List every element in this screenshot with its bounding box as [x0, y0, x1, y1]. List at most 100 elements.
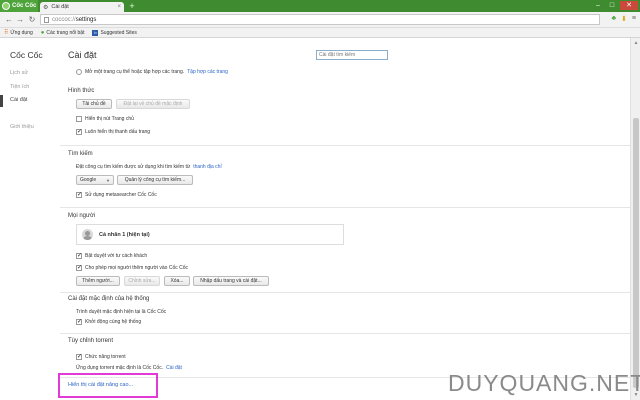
manage-search-engines-button[interactable]: Quản lý công cụ tìm kiếm... [117, 175, 193, 185]
startup-option: Mở một trang cụ thể hoặc tập hợp các tra… [76, 69, 228, 75]
guest-browsing-checkbox[interactable] [76, 252, 82, 259]
sidebar-title: Cốc Cốc [10, 50, 43, 60]
remove-person-button[interactable]: Xóa... [164, 276, 190, 286]
brand-tab[interactable]: Cốc Cốc [0, 0, 38, 12]
maximize-icon[interactable]: □ [606, 1, 618, 10]
page-title: Cài đặt [68, 50, 97, 60]
menu-icon[interactable]: ≡ [632, 15, 636, 23]
bookmark-suggested-sites[interactable]: b Suggested Sites [92, 29, 137, 36]
bing-icon: b [92, 29, 99, 36]
import-bookmarks-button[interactable]: Nhập dấu trang và cài đặt... [193, 276, 269, 286]
start-with-system-label: Khởi động cùng hệ thống [85, 319, 142, 325]
let-anyone-add-checkbox[interactable] [76, 264, 82, 271]
metasearcher-label: Sử dụng metasearcher Cốc Cốc [85, 192, 157, 198]
omnibox-link[interactable]: thanh địa chỉ [193, 164, 221, 170]
sidebar-active-indicator [0, 95, 3, 107]
torrent-title: Tùy chỉnh torrent [68, 338, 114, 344]
section-divider [60, 207, 630, 208]
default-browser-status-text: Trình duyệt mặc định hiện tại là Cốc Cốc [76, 309, 167, 315]
minimize-icon[interactable]: – [592, 1, 604, 10]
profile-name: Cá nhân 1 (hiện tại) [99, 231, 150, 238]
address-bar[interactable]: coccoc://settings [40, 14, 600, 25]
back-icon[interactable]: ← [4, 14, 14, 25]
metasearcher-checkbox[interactable] [76, 191, 82, 198]
search-description: Đặt công cụ tìm kiếm được sử dụng khi tì… [76, 164, 222, 170]
page-icon [44, 16, 49, 23]
startup-label: Mở một trang cụ thể hoặc tập hợp các tra… [85, 69, 185, 75]
coccoc-icon: ● [40, 29, 45, 36]
reload-icon[interactable]: ↻ [27, 14, 37, 25]
sidebar-item-history[interactable]: Lịch sử [10, 70, 28, 76]
home-button-label: Hiển thị nút Trang chủ [85, 116, 134, 122]
default-browser-title: Cài đặt mặc định của hệ thống [68, 296, 150, 302]
settings-sidebar: Cốc Cốc Lịch sử Tiện ích Cài đặt Giới th… [0, 38, 58, 400]
url-scheme: coccoc:// [52, 16, 76, 23]
guest-browsing-label: Bật duyệt với tư cách khách [85, 253, 148, 259]
watermark: DUYQUANG.NET [448, 370, 640, 396]
settings-search-input[interactable] [316, 50, 388, 60]
settings-main: Cài đặt Mở một trang cụ thể hoặc tập hợp… [60, 38, 630, 400]
forward-icon[interactable]: → [15, 14, 25, 25]
scrollbar[interactable]: ▲ ▼ [630, 38, 640, 400]
reset-theme-button[interactable]: Đặt lại về chủ đề mặc định [116, 99, 190, 109]
new-tab-button[interactable]: + [127, 2, 137, 11]
section-divider [60, 292, 630, 293]
torrent-feature-option: Chức năng torrent [76, 353, 126, 360]
highlight-box [58, 373, 158, 398]
let-anyone-add-option: Cho phép mọi người thêm người vào Cốc Cố… [76, 264, 189, 271]
search-engine-select[interactable]: Google ▼ [76, 175, 114, 185]
sidebar-item-extensions[interactable]: Tiện ích [10, 84, 29, 90]
search-description-text: Đặt công cụ tìm kiếm được sử dụng khi tì… [76, 164, 191, 170]
startup-radio[interactable] [76, 69, 82, 75]
torrent-feature-checkbox[interactable] [76, 353, 82, 360]
torrent-settings-link[interactable]: Cài đặt [166, 365, 182, 371]
toolbar-icons: ♣ ⬇ ≡ [611, 15, 636, 23]
bookmark-label: Suggested Sites [100, 29, 137, 36]
coccoc-logo-icon [2, 2, 10, 10]
chevron-down-icon: ▼ [106, 177, 110, 183]
bookmark-label: Các trang nổi bật [46, 29, 85, 36]
brand-label: Cốc Cốc [12, 3, 37, 9]
let-anyone-add-label: Cho phép mọi người thêm người vào Cốc Cố… [85, 265, 189, 271]
tab-strip: Cốc Cốc ⚙ Cài đặt × + – □ ✕ [0, 0, 640, 12]
bookmarks-bar: ⠿ Ứng dụng ● Các trang nổi bật b Suggest… [0, 28, 640, 38]
toolbar: ← → ↻ coccoc://settings ♣ ⬇ ≡ [0, 12, 640, 28]
gear-icon: ⚙ [43, 4, 49, 11]
home-button-option: Hiển thị nút Trang chủ [76, 116, 134, 122]
section-divider [60, 145, 630, 146]
appearance-title: Hình thức [68, 88, 95, 94]
window-controls: – □ ✕ [592, 1, 638, 10]
people-title: Mọi người [68, 213, 96, 219]
torrent-default-app-text: Ứng dụng torrent mặc định là Cốc Cốc. [76, 365, 164, 371]
bookmark-top-sites[interactable]: ● Các trang nổi bật [41, 30, 85, 36]
leaf-icon[interactable]: ♣ [611, 15, 616, 23]
scroll-thumb[interactable] [633, 118, 639, 388]
tab-title: Cài đặt [51, 4, 69, 10]
close-tab-icon[interactable]: × [117, 4, 121, 10]
download-icon[interactable]: ⬇ [621, 15, 627, 23]
metasearcher-option: Sử dụng metasearcher Cốc Cốc [76, 191, 157, 198]
add-person-button[interactable]: Thêm người... [76, 276, 120, 286]
sidebar-item-settings[interactable]: Cài đặt [10, 97, 27, 103]
tab-settings[interactable]: ⚙ Cài đặt × [40, 2, 124, 12]
startup-pages-link[interactable]: Tập hợp các trang [187, 69, 228, 75]
get-themes-button[interactable]: Tải chủ đề [76, 99, 112, 109]
start-with-system-option: Khởi động cùng hệ thống [76, 318, 142, 325]
start-with-system-checkbox[interactable] [76, 318, 82, 325]
url-path: settings [75, 16, 97, 23]
bookmark-apps[interactable]: ⠿ Ứng dụng [4, 29, 33, 37]
torrent-default-app: Ứng dụng torrent mặc định là Cốc Cốc. Cà… [76, 365, 182, 371]
profile-card[interactable]: Cá nhân 1 (hiện tại) [76, 224, 344, 245]
bookmarks-bar-label: Luôn hiển thị thanh dấu trang [85, 129, 151, 135]
edit-person-button[interactable]: Chỉnh sửa... [124, 276, 160, 286]
avatar [82, 229, 93, 240]
search-title: Tìm kiếm [68, 151, 93, 157]
sidebar-item-about[interactable]: Giới thiệu [10, 124, 34, 130]
search-engine-value: Google [80, 177, 97, 183]
home-button-checkbox[interactable] [76, 116, 82, 122]
scroll-up-icon[interactable]: ▲ [632, 40, 640, 46]
bookmarks-bar-checkbox[interactable] [76, 128, 82, 135]
apps-icon: ⠿ [4, 30, 9, 36]
torrent-feature-label: Chức năng torrent [85, 354, 126, 360]
close-window-icon[interactable]: ✕ [620, 1, 638, 10]
